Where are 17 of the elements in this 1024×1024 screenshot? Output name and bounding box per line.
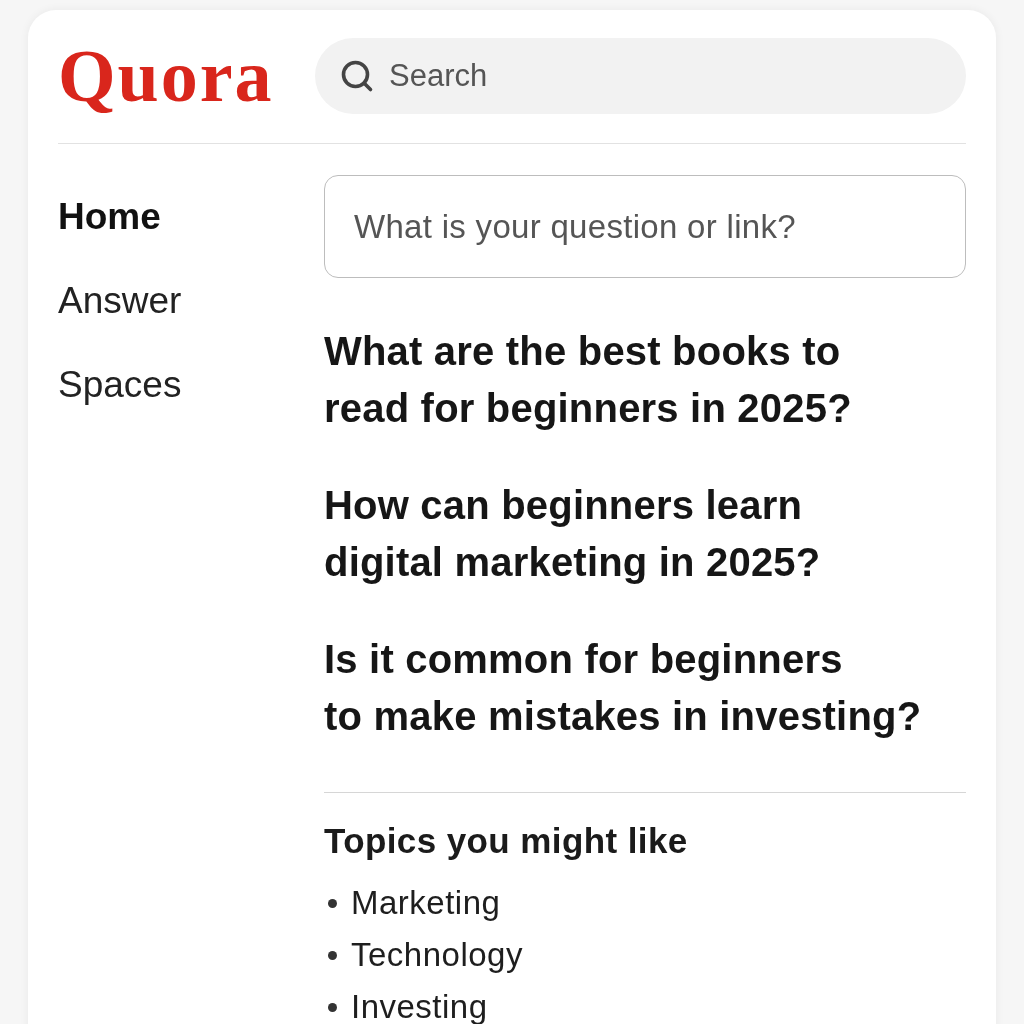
question-link[interactable]: How can beginners learn digital marketing in 2025? <box>324 477 821 591</box>
nav-link[interactable]: Home <box>58 196 161 238</box>
nav-link[interactable]: Spaces <box>58 364 182 406</box>
search-bar[interactable]: Search <box>315 38 966 114</box>
nav-link[interactable]: Answer <box>58 280 182 322</box>
search-field[interactable]: Search <box>389 52 942 100</box>
question-link[interactable]: What are the best books to read for beginners in 2025? <box>324 323 852 437</box>
question-link[interactable]: Is it common for beginners to make mistakes in investing? <box>324 631 922 745</box>
topic-link[interactable]: Technology <box>351 935 523 975</box>
logo[interactable]: Quora <box>58 36 274 116</box>
section-heading: Topics you might like <box>324 820 688 862</box>
question-input[interactable]: What is your question or link? <box>324 175 966 278</box>
topic-link[interactable]: Marketing <box>351 883 501 923</box>
bullet-icon <box>328 950 337 960</box>
search-icon <box>339 58 375 94</box>
bullet-icon <box>328 898 337 908</box>
bullet-icon <box>328 1002 337 1012</box>
